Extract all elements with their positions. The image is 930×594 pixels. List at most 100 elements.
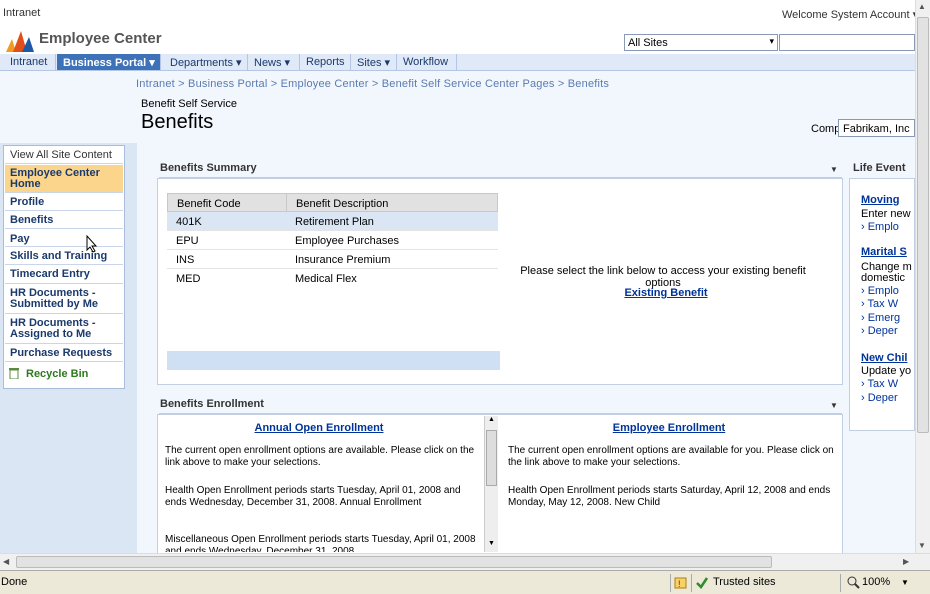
col-header-code[interactable]: Benefit Code <box>177 198 241 210</box>
life-event-text: Enter new <box>861 208 911 220</box>
company-select[interactable]: Fabrikam, Inc <box>838 119 915 137</box>
table-row[interactable]: EPU Employee Purchases <box>167 231 498 250</box>
quicklaunch-skills-training[interactable]: Skills and Training <box>5 247 123 265</box>
employee-p2: Health Open Enrollment periods starts Sa… <box>508 485 831 508</box>
cell-description: Employee Purchases <box>295 235 399 247</box>
search-input[interactable] <box>779 34 915 51</box>
life-event-marital-link[interactable]: Marital S <box>861 246 907 258</box>
search-scope-select[interactable]: All Sites ▾ <box>624 34 778 51</box>
quicklaunch-hr-assigned[interactable]: HR Documents - Assigned to Me <box>5 314 123 344</box>
enrollment-menu-arrow-icon[interactable]: ▼ <box>830 401 838 410</box>
quicklaunch-profile[interactable]: Profile <box>5 193 123 211</box>
page-subtitle: Benefit Self Service <box>141 98 237 110</box>
table-row[interactable]: 401K Retirement Plan <box>167 212 498 231</box>
quicklaunch-timecard-entry[interactable]: Timecard Entry <box>5 265 123 284</box>
security-zone[interactable]: Trusted sites <box>713 576 776 588</box>
employee-enrollment-column: Employee Enrollment The current open enr… <box>499 415 841 552</box>
zoom-icon <box>847 576 860 589</box>
life-events-title: Life Event <box>853 162 906 174</box>
site-logo-icon <box>6 31 34 52</box>
life-event-moving-link[interactable]: Moving <box>861 194 900 206</box>
zoom-level[interactable]: 100% <box>862 576 890 588</box>
quicklaunch-purchase-requests[interactable]: Purchase Requests <box>5 344 123 362</box>
summary-menu-arrow-icon[interactable]: ▼ <box>830 165 838 174</box>
quicklaunch-recycle-bin[interactable]: Recycle Bin <box>5 364 123 386</box>
protected-mode-icon[interactable]: ! <box>674 576 688 590</box>
scroll-left-icon[interactable]: ◀ <box>3 557 9 566</box>
life-event-new-child-link[interactable]: New Chil <box>861 352 907 364</box>
life-event-sublink[interactable]: › Emerg <box>861 312 900 324</box>
page-title: Benefits <box>141 111 214 133</box>
status-divider <box>840 574 841 592</box>
cell-description: Insurance Premium <box>295 254 391 266</box>
chevron-down-icon[interactable]: ▼ <box>901 578 909 587</box>
quicklaunch-benefits[interactable]: Benefits <box>5 211 123 229</box>
existing-benefit-link[interactable]: Existing Benefit <box>510 287 822 299</box>
scroll-thumb[interactable] <box>917 17 929 433</box>
status-text: Done <box>1 576 28 588</box>
grid-footer <box>167 351 500 370</box>
scroll-up-icon[interactable]: ▲ <box>918 2 926 11</box>
tab-business-portal[interactable]: Business Portal ▾ <box>57 54 161 70</box>
existing-benefit-message: Please select the link below to access y… <box>520 265 806 289</box>
life-event-sublink[interactable]: › Emplo <box>861 285 899 297</box>
quick-launch: View All Site Content Employee Center Ho… <box>3 145 125 389</box>
cell-code: 401K <box>176 216 202 228</box>
life-event-sublink[interactable]: › Deper <box>861 392 898 404</box>
scroll-up-icon[interactable]: ▲ <box>488 416 495 423</box>
tab-reports[interactable]: Reports <box>300 54 351 70</box>
col-header-description[interactable]: Benefit Description <box>296 198 388 210</box>
tab-news[interactable]: News ▾ <box>248 54 300 70</box>
employee-enrollment-link[interactable]: Employee Enrollment <box>499 422 839 434</box>
life-event-text: Update yo <box>861 365 912 377</box>
top-nav: Intranet Business Portal ▾ Departments ▾… <box>0 54 915 71</box>
life-event-text: domestic <box>861 272 906 284</box>
benefits-enrollment-header: Benefits Enrollment <box>159 398 842 414</box>
benefits-summary-title: Benefits Summary <box>160 162 257 174</box>
tab-sites[interactable]: Sites ▾ <box>351 54 397 70</box>
tab-workflow[interactable]: Workflow <box>397 54 457 70</box>
benefits-summary-header: Benefits Summary <box>159 162 842 178</box>
scroll-down-icon[interactable]: ▼ <box>918 541 926 550</box>
vertical-scrollbar[interactable]: ▲ ▼ <box>915 0 930 553</box>
annual-p2: Health Open Enrollment periods starts Tu… <box>165 485 461 508</box>
mouse-cursor-icon <box>86 235 98 253</box>
table-row[interactable]: MED Medical Flex <box>167 269 498 288</box>
life-event-sublink[interactable]: › Emplo <box>861 221 899 233</box>
horizontal-scrollbar[interactable]: ◀ ▶ <box>0 553 930 570</box>
chevron-down-icon: ▾ <box>769 36 774 46</box>
scroll-right-icon[interactable]: ▶ <box>903 557 909 566</box>
quicklaunch-view-all[interactable]: View All Site Content <box>5 147 123 164</box>
grid-header-row: Benefit Code Benefit Description <box>167 193 498 212</box>
annual-open-enrollment-link[interactable]: Annual Open Enrollment <box>158 422 480 434</box>
tab-departments[interactable]: Departments ▾ <box>164 54 248 70</box>
cell-description: Medical Flex <box>295 273 357 285</box>
recycle-bin-icon <box>9 368 19 379</box>
cell-code: INS <box>176 254 195 266</box>
checkmark-icon <box>696 577 709 589</box>
life-event-sublink[interactable]: › Tax W <box>861 378 898 390</box>
brand-title[interactable]: Employee Center <box>39 30 162 47</box>
cell-code: MED <box>176 273 201 285</box>
top-bar <box>0 0 915 28</box>
scroll-down-icon[interactable]: ▼ <box>488 540 495 547</box>
breadcrumb[interactable]: Intranet > Business Portal > Employee Ce… <box>136 78 609 90</box>
welcome-menu[interactable]: Welcome System Account ▾ <box>782 8 918 21</box>
scroll-thumb[interactable] <box>16 556 772 568</box>
table-row[interactable]: INS Insurance Premium <box>167 250 498 269</box>
life-event-sublink[interactable]: › Tax W <box>861 298 898 310</box>
site-label[interactable]: Intranet <box>3 7 40 19</box>
recycle-bin-label: Recycle Bin <box>26 368 89 380</box>
scroll-thumb[interactable] <box>486 430 497 486</box>
quicklaunch-employee-center-home[interactable]: Employee Center Home <box>5 165 123 193</box>
quicklaunch-hr-submitted[interactable]: HR Documents - Submitted by Me <box>5 284 123 314</box>
annual-enrollment-column: Annual Open Enrollment The current open … <box>158 415 484 552</box>
enrollment-scrollbar[interactable]: ▲ ▼ <box>484 416 498 552</box>
tab-intranet[interactable]: Intranet <box>4 54 56 70</box>
life-event-sublink[interactable]: › Deper <box>861 325 898 337</box>
status-divider <box>691 574 692 592</box>
cell-description: Retirement Plan <box>295 216 374 228</box>
employee-p1: The current open enrollment options are … <box>508 445 834 468</box>
quicklaunch-pay[interactable]: Pay <box>5 229 123 247</box>
status-divider <box>670 574 671 592</box>
